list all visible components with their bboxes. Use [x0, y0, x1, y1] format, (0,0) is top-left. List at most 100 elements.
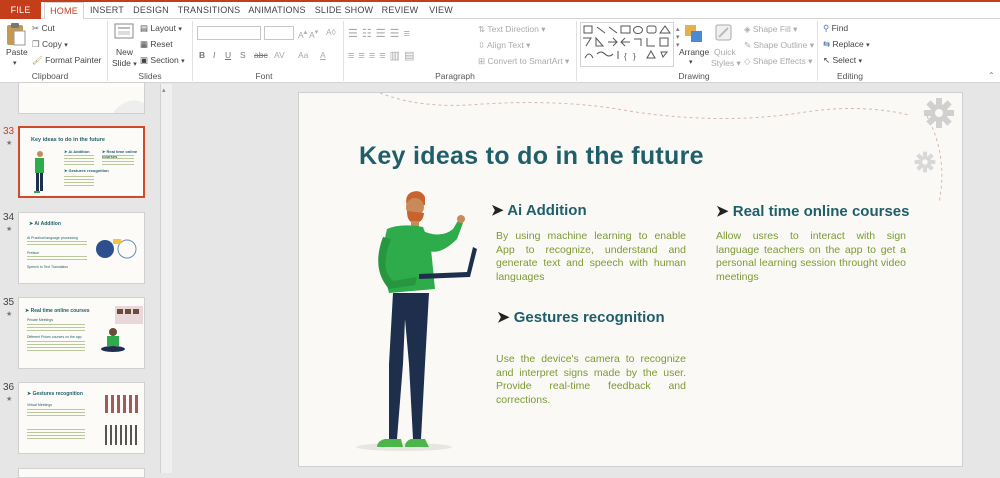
alignment-buttons-icon[interactable]: ≡≡≡≡▥▤	[348, 49, 418, 62]
ribbon-separator	[343, 21, 344, 81]
layout-dropdown-icon: ▾	[178, 26, 182, 33]
quick-styles-button[interactable]: Quick	[714, 47, 736, 57]
slide-thumbnail-34[interactable]: ➤ Ai Addition Ai Practical language proc…	[18, 212, 145, 284]
font-name-input[interactable]	[197, 26, 261, 40]
italic-button[interactable]: I	[213, 50, 215, 60]
replace-dropdown-icon[interactable]: ▾	[866, 42, 870, 49]
gallery-scroll-icon[interactable]: ▴ ▾ ▾	[676, 25, 680, 49]
scroll-up-icon[interactable]: ▴	[162, 86, 166, 94]
replace-button[interactable]: ⇆ Replace ▾	[823, 39, 870, 50]
tab-review[interactable]: REVIEW	[380, 2, 420, 20]
shape-outline-button[interactable]: ✎ Shape Outline ▾	[744, 40, 814, 51]
tab-insert[interactable]: INSERT	[86, 2, 128, 20]
slide-thumbnail-32[interactable]	[18, 82, 145, 114]
ribbon-separator	[107, 21, 108, 81]
tab-animations[interactable]: ANIMATIONS	[246, 2, 308, 20]
scissors-icon: ✂	[32, 23, 40, 34]
format-painter-button[interactable]: 🖌 Format Painter	[32, 55, 101, 66]
strikethrough-button[interactable]: abc	[254, 50, 268, 60]
gear-icon	[914, 151, 936, 173]
thumbnail-scrollbar[interactable]: ▴	[160, 84, 172, 473]
quick-styles-icon[interactable]	[714, 23, 734, 43]
change-case-button[interactable]: Aa	[298, 50, 308, 60]
collapse-ribbon-icon[interactable]: ⌃	[988, 71, 995, 80]
thumbnail-image	[105, 395, 139, 413]
select-label: Select	[832, 55, 857, 65]
copy-button[interactable]: ❐ Copy ▾	[32, 39, 68, 50]
slide-thumbnail-33[interactable]: Key ideas to do in the future ➤ Ai Addit…	[18, 126, 145, 198]
select-button[interactable]: ↖ Select ▾	[823, 55, 862, 66]
ribbon-separator	[817, 21, 818, 81]
section-heading-real-time-courses[interactable]: ➤ Real time online courses	[716, 202, 909, 220]
font-size-input[interactable]	[264, 26, 294, 40]
slide-thumbnail-36[interactable]: ➤ Gestures recognition Virtual Meetings	[18, 382, 145, 454]
thumbnail-text-lines	[102, 155, 134, 165]
shape-fill-button[interactable]: ◈ Shape Fill ▾	[744, 24, 797, 35]
new-slide-button[interactable]: New	[116, 47, 133, 57]
new-slide-icon[interactable]	[114, 23, 134, 43]
thumbnail-title-text: Gestures recognition	[32, 391, 83, 397]
text-direction-button[interactable]: ⇅ Text Direction ▾	[478, 24, 545, 35]
slides-group-label: Slides	[138, 71, 162, 81]
paste-icon[interactable]	[5, 22, 27, 50]
paste-button[interactable]: Paste	[6, 47, 28, 57]
grow-font-icon[interactable]: A▴ A▾	[298, 27, 318, 40]
section-button[interactable]: ▣ Section ▾	[140, 55, 185, 66]
new-slide-dropdown-icon[interactable]: ▾	[133, 61, 137, 68]
copy-dropdown-icon[interactable]: ▾	[64, 42, 68, 49]
shapes-gallery[interactable]: {}	[580, 22, 674, 67]
section-text-gestures-recognition[interactable]: Use the device's camera to recognize and…	[496, 353, 686, 407]
clear-formatting-icon[interactable]: A◊	[326, 27, 336, 37]
character-spacing-button[interactable]: AV	[274, 50, 285, 60]
convert-smartart-button[interactable]: ⊞ Convert to SmartArt ▾	[478, 56, 569, 67]
underline-button[interactable]: U	[225, 50, 231, 60]
shape-effects-button[interactable]: ◇ Shape Effects ▾	[744, 56, 812, 67]
slide-thumbnail-35[interactable]: ➤ Real time online courses Private Meeti…	[18, 297, 145, 369]
arrange-button[interactable]: Arrange	[679, 47, 709, 57]
reset-button[interactable]: ▦ Reset	[140, 39, 173, 50]
thumbnail-text-lines	[27, 256, 87, 262]
font-color-button[interactable]: A	[320, 50, 326, 60]
section-heading-ai-addition[interactable]: ➤ Ai Addition	[491, 201, 587, 219]
ribbon-separator	[576, 21, 577, 81]
binoculars-icon: ⚲	[823, 23, 830, 33]
cut-button[interactable]: ✂ Cut	[32, 23, 55, 34]
quick-styles-label2[interactable]: Styles ▾	[711, 58, 741, 69]
thumbnail-text-lines	[27, 324, 85, 332]
section-text-real-time-courses[interactable]: Allow usres to interact with sign langua…	[716, 230, 906, 284]
bold-button[interactable]: B	[199, 50, 205, 60]
ribbon: Paste ▾ ✂ Cut ❐ Copy ▾ 🖌 Format Painter …	[0, 19, 1000, 83]
slide-number: 34	[3, 212, 15, 223]
section-heading-gestures-recognition[interactable]: ➤ Gestures recognition	[497, 308, 665, 326]
heading-text: Ai Addition	[507, 202, 587, 219]
tab-view[interactable]: VIEW	[424, 2, 458, 20]
layout-button[interactable]: ▤ Layout ▾	[140, 23, 182, 34]
ribbon-tab-bar: FILE HOME INSERT DESIGN TRANSITIONS ANIM…	[0, 0, 1000, 21]
slide-thumbnail-37[interactable]	[18, 468, 145, 478]
text-direction-icon: ⇅	[478, 24, 486, 34]
arrow-icon: ➤	[497, 309, 510, 326]
tab-file[interactable]: FILE	[0, 2, 41, 20]
arrange-icon[interactable]	[683, 23, 705, 45]
tab-design[interactable]: DESIGN	[130, 2, 172, 20]
list-buttons-icon[interactable]: ☰☷☰☰≡	[348, 27, 414, 40]
slide-title[interactable]: Key ideas to do in the future	[359, 142, 704, 171]
thumbnail-subheading: Ai Practical language processing	[27, 236, 78, 240]
shape-outline-label: Shape Outline	[753, 40, 808, 50]
new-slide-label2[interactable]: Slide ▾	[112, 58, 137, 68]
slide-canvas[interactable]: Key ideas to do in the future ➤ Ai Addit…	[298, 92, 963, 467]
cursor-icon: ↖	[823, 55, 831, 65]
section-text-ai-addition[interactable]: By using machine learning to enable App …	[496, 230, 686, 284]
arrange-dropdown-icon[interactable]: ▾	[689, 58, 693, 66]
shadow-button[interactable]: S	[240, 50, 246, 60]
tab-slide-show[interactable]: SLIDE SHOW	[312, 2, 376, 20]
tab-transitions[interactable]: TRANSITIONS	[176, 2, 242, 20]
thumbnail-subheading: Different Prices courses on the app	[27, 335, 82, 339]
align-text-button[interactable]: ⇳ Align Text ▾	[478, 40, 530, 51]
thumbnail-image	[105, 425, 139, 445]
paste-dropdown-icon[interactable]: ▾	[13, 59, 17, 67]
select-dropdown-icon[interactable]: ▾	[859, 58, 863, 65]
find-button[interactable]: ⚲ Find	[823, 23, 848, 34]
slide-number: 35	[3, 297, 15, 308]
copy-icon: ❐	[32, 39, 40, 50]
